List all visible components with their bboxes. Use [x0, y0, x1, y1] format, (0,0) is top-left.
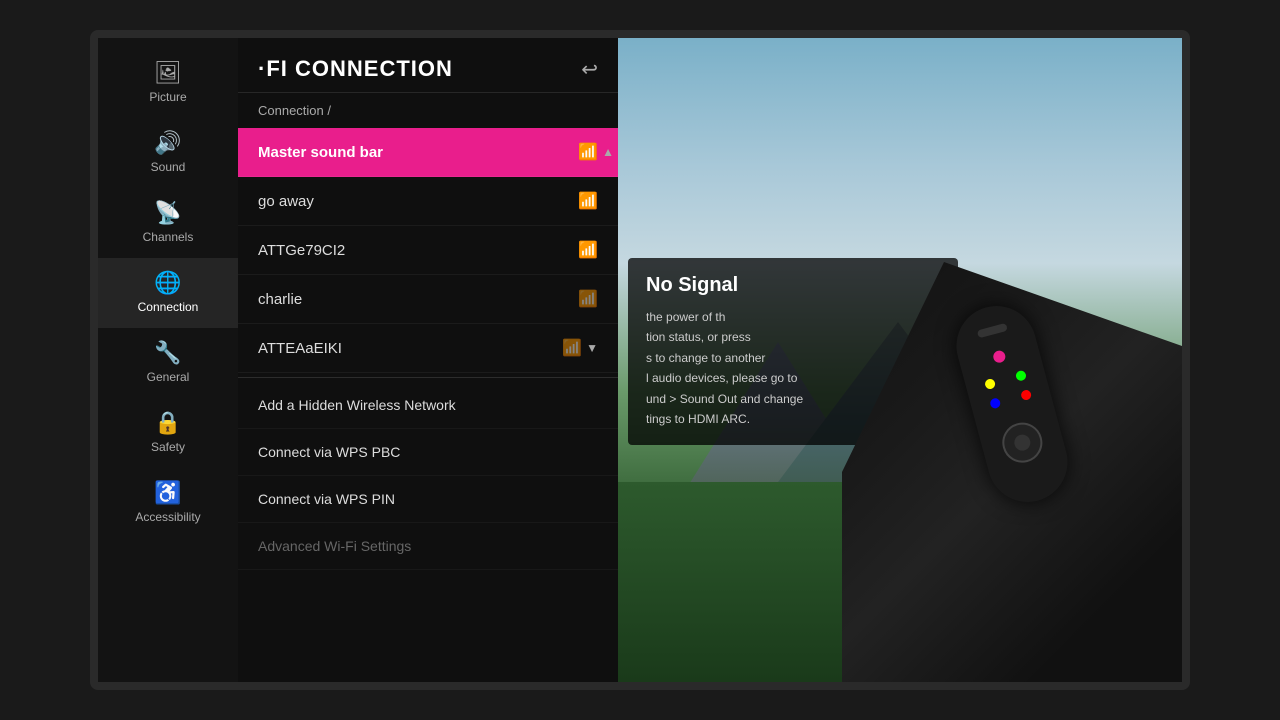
sidebar-item-accessibility[interactable]: ♿ Accessibility [98, 468, 238, 538]
sound-icon: 🔊 [154, 132, 181, 154]
landscape-background: No Signal the power of th tion status, o… [618, 38, 1182, 682]
remote-top-detail [977, 323, 1008, 338]
sidebar-item-label: Sound [151, 160, 186, 174]
network-item-go-away[interactable]: go away 📶 [238, 177, 618, 226]
safety-icon: 🔒 [154, 412, 181, 434]
network-name: Master sound bar [258, 144, 570, 161]
general-icon: 🔧 [154, 342, 181, 364]
network-item-attge79ci2[interactable]: ATTGe79CI2 📶 [238, 226, 618, 275]
connect-wps-pbc-label: Connect via WPS PBC [258, 444, 400, 460]
background-area: No Signal the power of th tion status, o… [618, 38, 1182, 682]
remote-button-2 [984, 378, 996, 390]
panel-header: ·FI CONNECTION ↩ [238, 38, 618, 93]
network-item-charlie[interactable]: charlie 📶 [238, 275, 618, 324]
connect-wps-pbc-item[interactable]: Connect via WPS PBC [238, 429, 618, 476]
wifi-weak-icon: 📶 [562, 338, 582, 358]
connection-icon: 🌐 [154, 272, 181, 294]
sidebar-item-safety[interactable]: 🔒 Safety [98, 398, 238, 468]
remote-button-3 [1015, 370, 1027, 382]
network-list: Master sound bar 📶 ▲ go away 📶 ATTGe79CI… [238, 128, 618, 682]
network-name: go away [258, 193, 570, 210]
sidebar-item-label: Channels [143, 230, 194, 244]
remote-dpad-center [1013, 433, 1033, 453]
wifi-weak-icon: 📶 [578, 289, 598, 309]
divider [238, 377, 618, 378]
sidebar-item-label: Connection [138, 300, 199, 314]
network-name: ATTEAaEIKI [258, 340, 554, 357]
network-name: ATTGe79CI2 [258, 242, 570, 259]
sidebar-item-connection[interactable]: 🌐 Connection [98, 258, 238, 328]
remote-button-1 [992, 349, 1007, 364]
connect-wps-pin-label: Connect via WPS PIN [258, 491, 395, 507]
sidebar-item-label: General [147, 370, 190, 384]
sidebar: 🖼 Picture 🔊 Sound 📡 Channels 🌐 Connectio… [98, 38, 238, 682]
sidebar-item-label: Accessibility [135, 510, 200, 524]
main-panel: ·FI CONNECTION ↩ Connection / Master sou… [238, 38, 618, 682]
sidebar-item-channels[interactable]: 📡 Channels [98, 188, 238, 258]
sidebar-item-general[interactable]: 🔧 General [98, 328, 238, 398]
panel-title: ·FI CONNECTION [258, 56, 453, 82]
accessibility-icon: ♿ [154, 482, 181, 504]
wifi-strong-icon: 📶 [578, 240, 598, 260]
remote-button-5 [1020, 389, 1032, 401]
breadcrumb: Connection / [238, 93, 618, 128]
advanced-wifi-label: Advanced Wi-Fi Settings [258, 538, 411, 554]
remote-button-4 [989, 397, 1001, 409]
picture-icon: 🖼 [154, 62, 182, 84]
tv-frame: 🖼 Picture 🔊 Sound 📡 Channels 🌐 Connectio… [90, 30, 1190, 690]
sidebar-item-picture[interactable]: 🖼 Picture [98, 48, 238, 118]
advanced-wifi-item[interactable]: Advanced Wi-Fi Settings [238, 523, 618, 570]
remote-dpad [998, 418, 1047, 467]
no-signal-title: No Signal [646, 274, 940, 297]
network-item-atteaaeiki[interactable]: ATTEAaEIKI 📶 ▼ [238, 324, 618, 373]
connect-wps-pin-item[interactable]: Connect via WPS PIN [238, 476, 618, 523]
add-hidden-label: Add a Hidden Wireless Network [258, 397, 456, 413]
wifi-strong-icon: 📶 [578, 142, 598, 162]
network-name: charlie [258, 291, 570, 308]
sidebar-item-label: Safety [151, 440, 185, 454]
wifi-strong-icon: 📶 [578, 191, 598, 211]
channels-icon: 📡 [154, 202, 181, 224]
remote-control [947, 297, 1076, 511]
add-hidden-network-item[interactable]: Add a Hidden Wireless Network [238, 382, 618, 429]
back-button[interactable]: ↩ [581, 57, 598, 82]
network-item-master-sound-bar[interactable]: Master sound bar 📶 ▲ [238, 128, 618, 177]
sidebar-item-sound[interactable]: 🔊 Sound [98, 118, 238, 188]
sidebar-item-label: Picture [149, 90, 186, 104]
scroll-down[interactable]: ▼ [586, 341, 598, 355]
scroll-up[interactable]: ▲ [602, 128, 614, 176]
